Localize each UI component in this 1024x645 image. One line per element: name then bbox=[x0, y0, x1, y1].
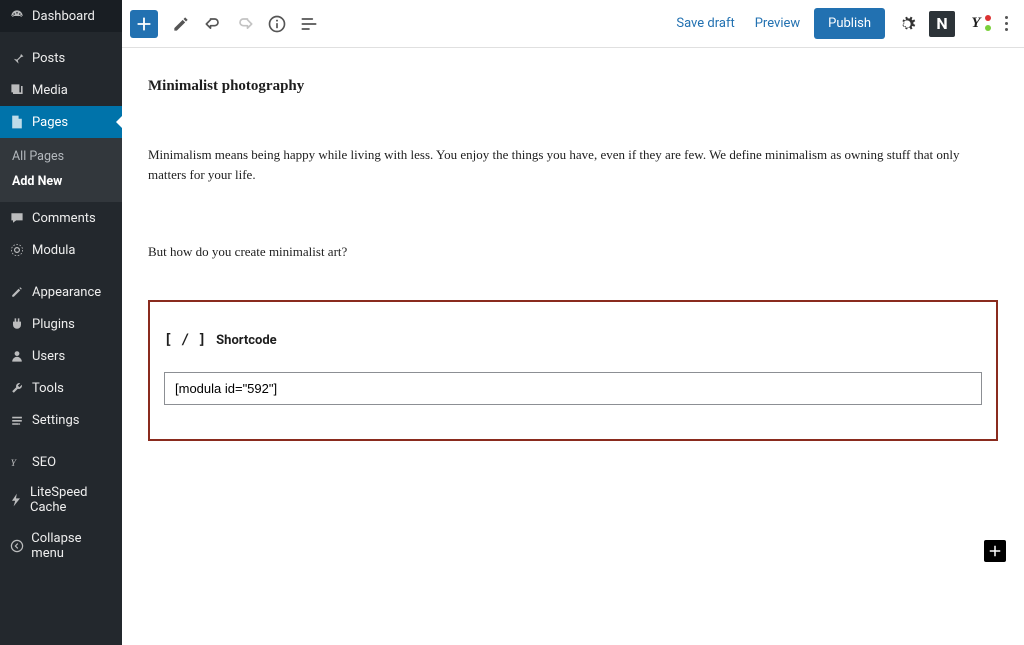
more-menu-button[interactable] bbox=[997, 10, 1016, 37]
sidebar-item-plugins[interactable]: Plugins bbox=[0, 308, 122, 340]
edit-mode-button[interactable] bbox=[166, 9, 196, 39]
comments-icon bbox=[8, 209, 26, 227]
sidebar-item-litespeed[interactable]: LiteSpeed Cache bbox=[0, 478, 122, 522]
settings-panel-toggle[interactable] bbox=[893, 10, 921, 38]
pages-icon bbox=[8, 113, 26, 131]
sidebar-submenu-pages: All Pages Add New bbox=[0, 138, 122, 202]
pin-icon bbox=[8, 49, 26, 67]
sidebar-item-label: Appearance bbox=[32, 285, 101, 300]
sidebar-item-label: Dashboard bbox=[32, 9, 95, 24]
sidebar-item-label: Comments bbox=[32, 211, 96, 226]
sidebar-item-tools[interactable]: Tools bbox=[0, 372, 122, 404]
lightning-icon bbox=[8, 491, 24, 509]
dashboard-icon bbox=[8, 7, 26, 25]
redo-button[interactable] bbox=[230, 9, 260, 39]
yoast-label: Y bbox=[971, 15, 980, 32]
yoast-badge[interactable]: Y bbox=[963, 11, 989, 37]
undo-button[interactable] bbox=[198, 9, 228, 39]
editor-main: Save draft Preview Publish N Y Minimalis… bbox=[122, 0, 1024, 645]
outline-button[interactable] bbox=[294, 9, 324, 39]
svg-text:Y: Y bbox=[11, 458, 18, 469]
sidebar-item-label: Collapse menu bbox=[31, 531, 114, 561]
shortcode-input[interactable] bbox=[164, 372, 982, 405]
block-appender-button[interactable] bbox=[984, 540, 1006, 562]
tools-icon bbox=[8, 379, 26, 397]
editor-toolbar: Save draft Preview Publish N Y bbox=[122, 0, 1024, 48]
details-button[interactable] bbox=[262, 9, 292, 39]
shortcode-block[interactable]: [ / ] Shortcode bbox=[148, 300, 998, 441]
sidebar-item-posts[interactable]: Posts bbox=[0, 42, 122, 74]
preview-button[interactable]: Preview bbox=[749, 12, 806, 35]
admin-sidebar: Dashboard Posts Media Pages All Pages Ad… bbox=[0, 0, 122, 645]
sidebar-item-label: Media bbox=[32, 83, 68, 98]
sidebar-item-media[interactable]: Media bbox=[0, 74, 122, 106]
sidebar-item-label: Settings bbox=[32, 413, 79, 428]
sidebar-item-label: Tools bbox=[32, 381, 64, 396]
sidebar-item-modula[interactable]: Modula bbox=[0, 234, 122, 266]
shortcode-icon: [ / ] bbox=[164, 332, 206, 348]
save-draft-button[interactable]: Save draft bbox=[670, 12, 740, 35]
sidebar-item-dashboard[interactable]: Dashboard bbox=[0, 0, 122, 32]
users-icon bbox=[8, 347, 26, 365]
sidebar-item-label: Posts bbox=[32, 51, 65, 66]
paragraph-block-2[interactable]: But how do you create minimalist art? bbox=[148, 244, 998, 260]
shortcode-block-header: [ / ] Shortcode bbox=[164, 332, 982, 348]
seo-icon: Y bbox=[8, 453, 26, 471]
plugins-icon bbox=[8, 315, 26, 333]
sidebar-item-appearance[interactable]: Appearance bbox=[0, 276, 122, 308]
sidebar-item-label: Plugins bbox=[32, 317, 75, 332]
editor-canvas[interactable]: Minimalist photography Minimalism means … bbox=[122, 48, 1024, 645]
sidebar-item-label: Pages bbox=[32, 115, 68, 130]
sidebar-item-seo[interactable]: Y SEO bbox=[0, 446, 122, 478]
sidebar-item-label: Users bbox=[32, 349, 65, 364]
status-dot-red bbox=[985, 15, 991, 21]
sidebar-item-comments[interactable]: Comments bbox=[0, 202, 122, 234]
appearance-icon bbox=[8, 283, 26, 301]
modula-icon bbox=[8, 241, 26, 259]
sidebar-item-settings[interactable]: Settings bbox=[0, 404, 122, 436]
post-title[interactable]: Minimalist photography bbox=[148, 78, 998, 95]
settings-icon bbox=[8, 411, 26, 429]
sidebar-subitem-add-new[interactable]: Add New bbox=[0, 169, 122, 194]
collapse-icon bbox=[8, 537, 25, 555]
sidebar-item-label: SEO bbox=[32, 455, 56, 470]
sidebar-item-users[interactable]: Users bbox=[0, 340, 122, 372]
paragraph-block-1[interactable]: Minimalism means being happy while livin… bbox=[148, 145, 998, 184]
sidebar-subitem-all-pages[interactable]: All Pages bbox=[0, 144, 122, 169]
status-dot-green bbox=[985, 25, 991, 31]
sidebar-collapse[interactable]: Collapse menu bbox=[0, 524, 122, 568]
sidebar-item-pages[interactable]: Pages bbox=[0, 106, 122, 138]
sidebar-item-label: LiteSpeed Cache bbox=[30, 485, 114, 515]
media-icon bbox=[8, 81, 26, 99]
plugin-n-badge[interactable]: N bbox=[929, 11, 955, 37]
sidebar-item-label: Modula bbox=[32, 243, 76, 258]
add-block-button[interactable] bbox=[130, 10, 158, 38]
publish-button[interactable]: Publish bbox=[814, 8, 885, 39]
shortcode-label: Shortcode bbox=[216, 333, 277, 348]
